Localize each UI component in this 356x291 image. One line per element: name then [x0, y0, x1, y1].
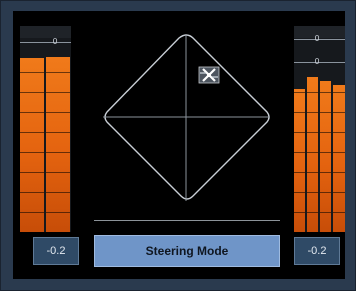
- steering-mode-button[interactable]: Steering Mode: [94, 235, 280, 267]
- right-meter-bar-1: [294, 89, 305, 232]
- right-meter-bar-4: [333, 85, 345, 232]
- speaker-marker-icon[interactable]: [198, 66, 220, 84]
- left-meter-head: [20, 26, 71, 38]
- panner-panel: 0 0 0 -0.2 Steering Mode -0.2: [0, 0, 356, 291]
- left-level-meter: 0: [20, 26, 71, 232]
- right-level-readout: -0.2: [294, 237, 340, 265]
- panel-divider: [94, 220, 280, 221]
- left-meter-bar-1: [20, 58, 44, 232]
- right-meter-bar-3: [320, 81, 331, 232]
- left-level-readout: -0.2: [33, 237, 79, 265]
- left-meter-zero-line: [20, 42, 71, 43]
- left-meter-scale-label: 0: [52, 37, 58, 46]
- right-meter-bar-2: [307, 77, 318, 232]
- surround-pan-field[interactable]: [99, 31, 274, 206]
- left-meter-bar-2: [46, 57, 70, 232]
- right-level-meter: 0 0: [294, 26, 345, 232]
- right-meter-scale-label-bottom: 0: [314, 57, 320, 66]
- right-meter-scale-label-top: 0: [314, 34, 320, 43]
